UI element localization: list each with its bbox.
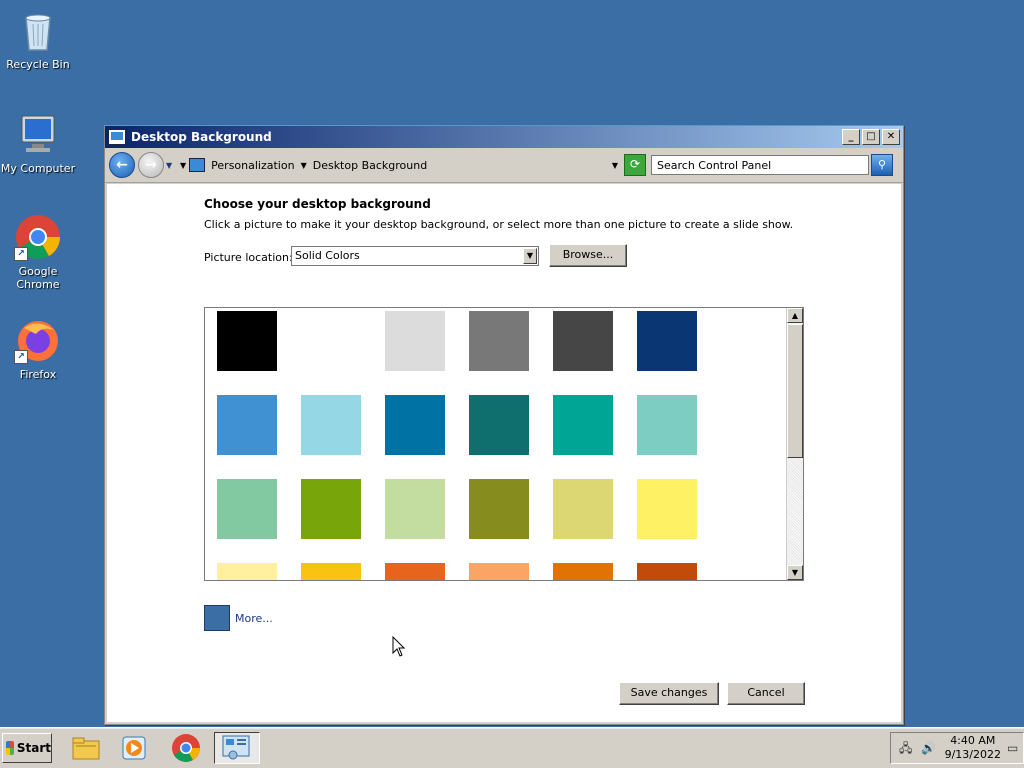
file-explorer-taskbar-icon[interactable] [70, 732, 102, 764]
picture-location-value: Solid Colors [295, 249, 360, 262]
color-swatch[interactable] [385, 395, 445, 455]
search-button[interactable]: ⚲ [871, 154, 893, 176]
minimize-button[interactable]: _ [842, 129, 860, 145]
media-player-taskbar-icon[interactable] [118, 732, 150, 764]
system-tray: 🖧 🔊 4:40 AM 9/13/2022 ▭ [890, 732, 1024, 764]
color-swatch[interactable] [385, 479, 445, 539]
desktop-icon-label: Recycle Bin [6, 58, 70, 71]
color-swatch[interactable] [637, 395, 697, 455]
color-swatch[interactable] [469, 311, 529, 371]
page-description: Click a picture to make it your desktop … [204, 218, 794, 231]
control-panel-icon [189, 158, 206, 172]
volume-icon[interactable]: 🔊 [921, 741, 936, 755]
breadcrumb-desktop-background[interactable]: Desktop Background [313, 159, 428, 172]
picture-location-label: Picture location: [204, 251, 293, 264]
more-colors-link[interactable]: More... [235, 612, 273, 625]
control-panel-taskbar-icon[interactable] [214, 732, 260, 764]
clock-time: 4:40 AM [950, 734, 996, 747]
firefox-icon: ↗ [14, 316, 62, 364]
more-colors-swatch[interactable] [204, 605, 230, 631]
save-changes-button[interactable]: Save changes [619, 682, 719, 705]
computer-icon [14, 110, 62, 158]
color-swatch[interactable] [217, 395, 277, 455]
cancel-button[interactable]: Cancel [727, 682, 805, 705]
content-area: Choose your desktop background Click a p… [107, 184, 901, 722]
breadcrumb-personalization[interactable]: Personalization [211, 159, 294, 172]
scroll-up-icon[interactable]: ▲ [787, 308, 803, 323]
back-button[interactable]: ← [109, 152, 135, 178]
maximize-button[interactable]: □ [862, 129, 880, 145]
network-icon[interactable]: 🖧 [899, 741, 913, 755]
desktop-icon-label: Firefox [19, 368, 57, 381]
windows-logo-icon [6, 741, 14, 755]
search-input[interactable]: Search Control Panel [651, 155, 869, 175]
clock[interactable]: 4:40 AM 9/13/2022 [945, 734, 1001, 762]
breadcrumb-separator-icon[interactable]: ▼ [301, 161, 307, 170]
color-swatch[interactable] [637, 479, 697, 539]
address-bar[interactable]: ▼ Personalization ▼ Desktop Background ▼ [180, 154, 620, 176]
start-label: Start [16, 741, 51, 755]
gallery-scrollbar[interactable]: ▲ ▼ [786, 308, 803, 580]
color-swatch[interactable] [553, 395, 613, 455]
clock-date: 9/13/2022 [944, 748, 1001, 761]
forward-button[interactable]: → [138, 152, 164, 178]
recent-pages-dropdown[interactable]: ▼ [166, 161, 176, 170]
color-swatch[interactable] [217, 479, 277, 539]
taskbar: Start 🖧 🔊 4:40 AM 9/13/2022 ▭ [0, 727, 1024, 768]
color-swatch[interactable] [385, 311, 445, 371]
color-swatch[interactable] [469, 395, 529, 455]
desktop-icon-google-chrome[interactable]: ↗ Google Chrome [0, 213, 76, 291]
color-swatch[interactable] [301, 395, 361, 455]
color-swatch[interactable] [553, 563, 613, 580]
color-swatch[interactable] [385, 563, 445, 580]
color-swatch[interactable] [553, 311, 613, 371]
desktop-icon-firefox[interactable]: ↗ Firefox [0, 316, 76, 381]
scroll-thumb[interactable] [787, 324, 803, 458]
refresh-button[interactable]: ⟳ [624, 154, 646, 176]
page-heading: Choose your desktop background [204, 197, 431, 211]
start-button[interactable]: Start [2, 733, 52, 763]
window-title: Desktop Background [131, 130, 272, 144]
mouse-cursor-icon [392, 636, 406, 657]
close-button[interactable]: ✕ [882, 129, 900, 145]
desktop-icon-recycle-bin[interactable]: Recycle Bin [0, 6, 76, 71]
title-bar[interactable]: Desktop Background _ □ ✕ [105, 126, 903, 148]
address-history-dropdown[interactable]: ▼ [612, 161, 618, 170]
scroll-down-icon[interactable]: ▼ [787, 565, 803, 580]
shortcut-arrow-icon: ↗ [14, 247, 28, 261]
color-swatch[interactable] [637, 563, 697, 580]
shortcut-arrow-icon: ↗ [14, 350, 28, 364]
color-swatch[interactable] [217, 563, 277, 580]
desktop-background-window: Desktop Background _ □ ✕ ← → ▼ ▼ Persona… [104, 125, 904, 725]
color-swatch[interactable] [553, 479, 613, 539]
chevron-down-icon[interactable]: ▼ [523, 248, 537, 264]
desktop-icon-label: My Computer [0, 162, 76, 175]
color-swatch[interactable] [637, 311, 697, 371]
color-swatch[interactable] [301, 563, 361, 580]
desktop-icon-label: Google Chrome [16, 265, 60, 291]
picture-location-select[interactable]: Solid Colors ▼ [291, 246, 539, 266]
color-swatch[interactable] [469, 479, 529, 539]
chrome-icon: ↗ [14, 213, 62, 261]
color-swatch[interactable] [301, 479, 361, 539]
color-gallery: ▲ ▼ [204, 307, 804, 581]
browse-button[interactable]: Browse... [549, 244, 627, 267]
control-panel-icon [108, 129, 126, 145]
recycle-bin-icon [14, 6, 62, 54]
color-swatch[interactable] [217, 311, 277, 371]
chrome-taskbar-icon[interactable] [170, 732, 202, 764]
address-dropdown-icon: ▼ [180, 160, 187, 170]
color-swatch[interactable] [469, 563, 529, 580]
color-swatch[interactable] [301, 311, 361, 371]
desktop-icon-my-computer[interactable]: My Computer [0, 110, 76, 175]
show-desktop-icon[interactable]: ▭ [1007, 741, 1021, 755]
navigation-bar: ← → ▼ ▼ Personalization ▼ Desktop Backgr… [105, 148, 903, 183]
